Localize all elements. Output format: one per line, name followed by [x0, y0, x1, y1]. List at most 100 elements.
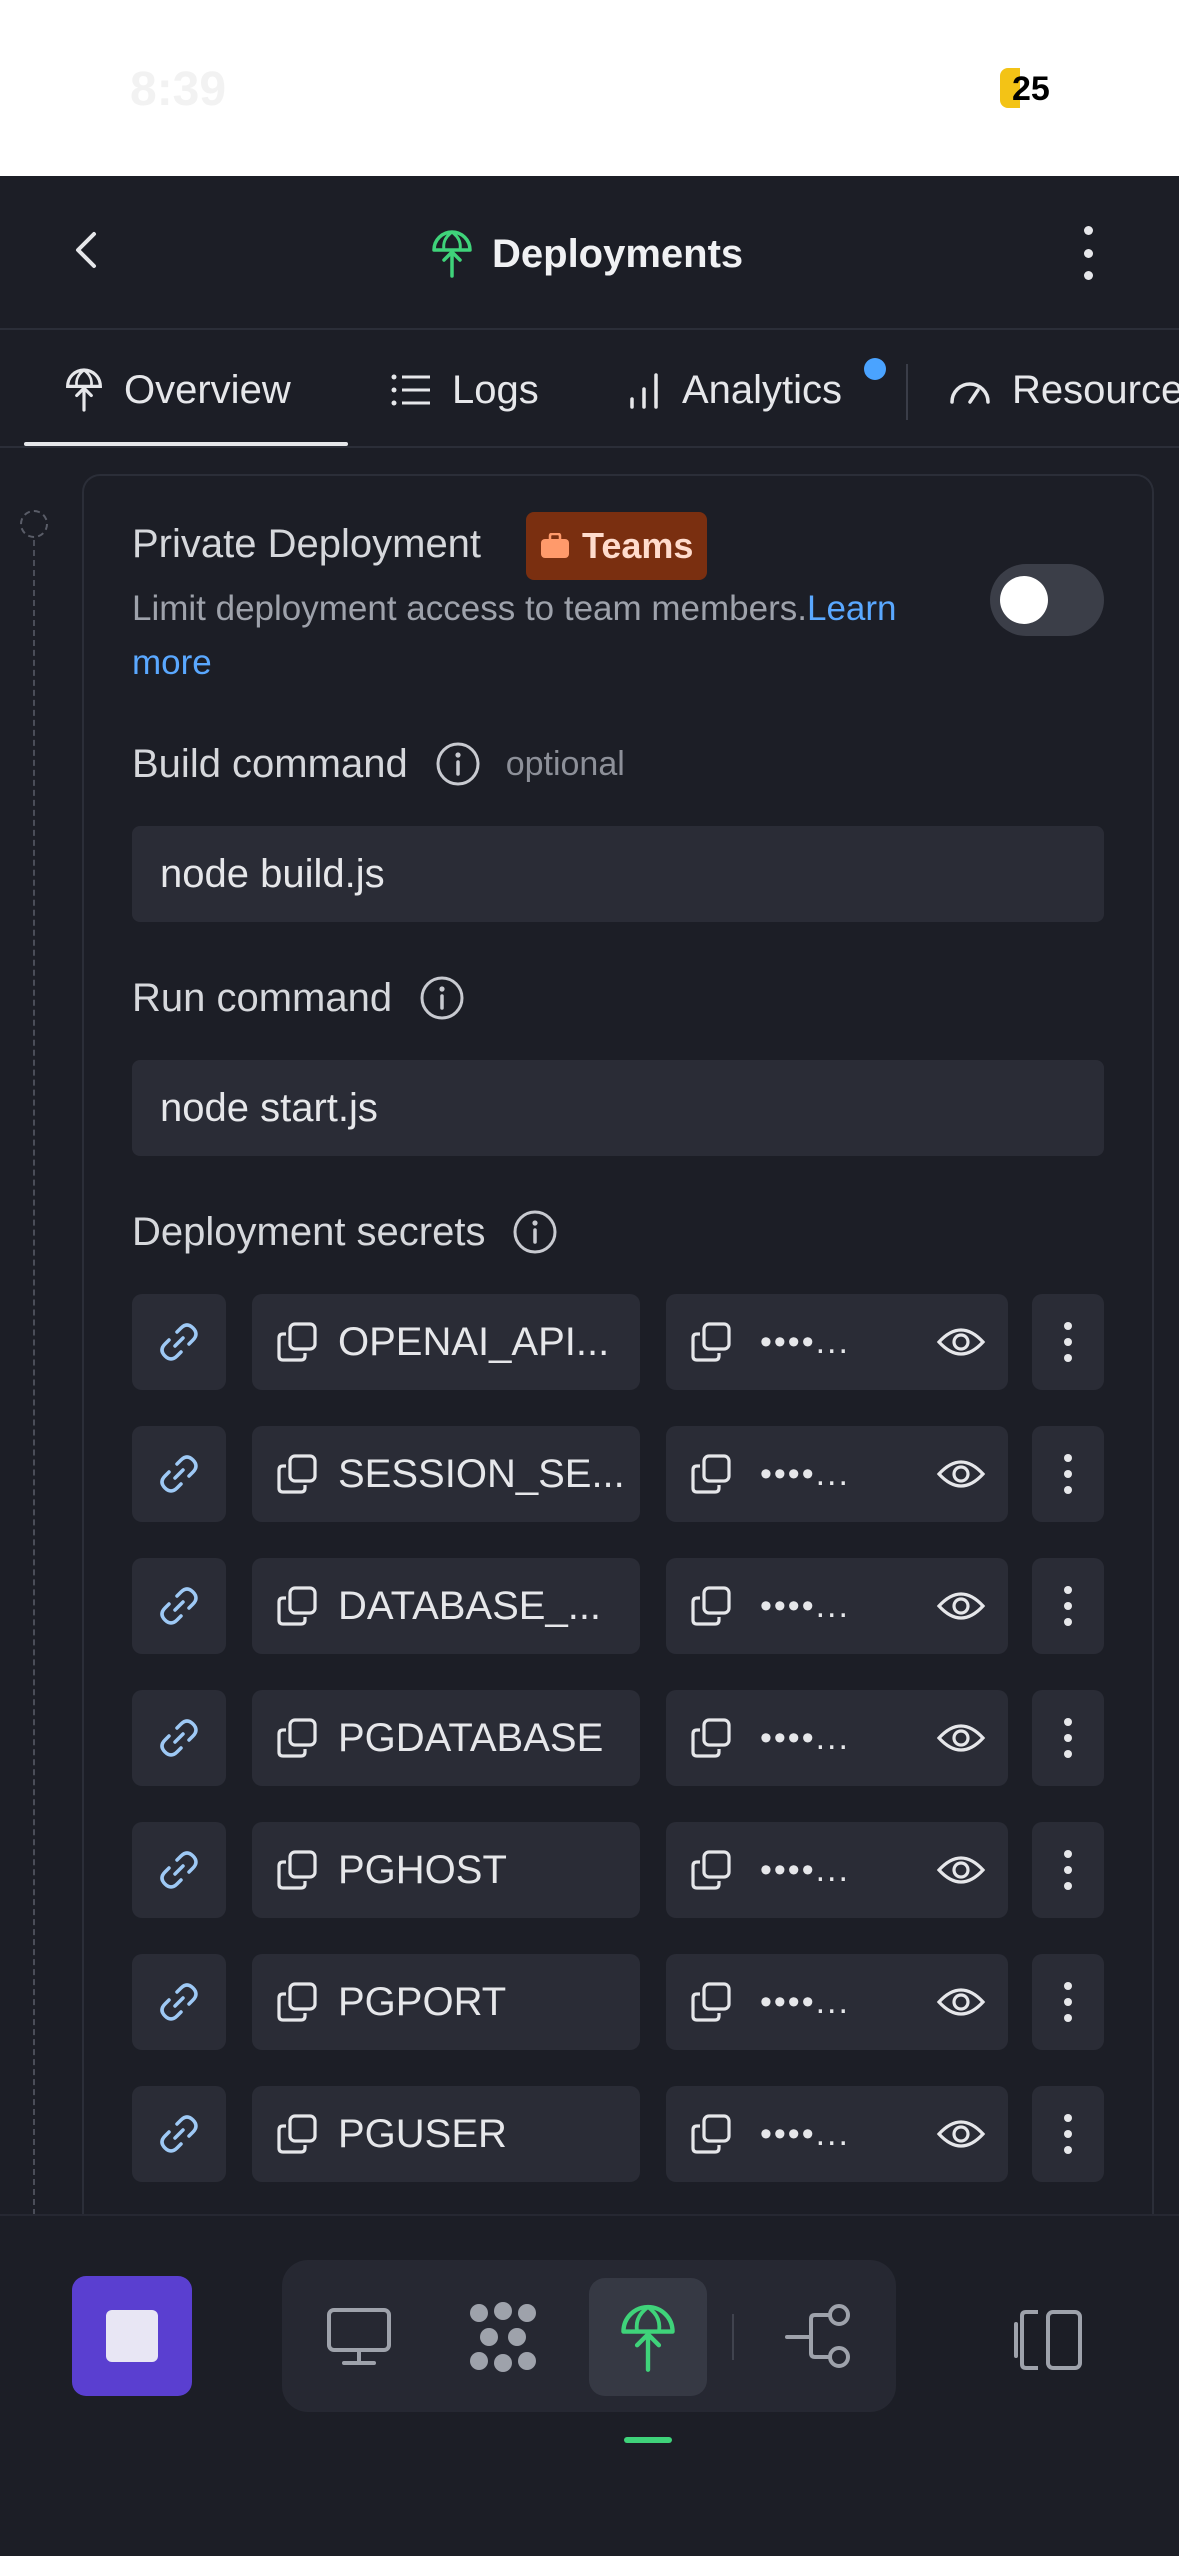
run-command-input[interactable]: node start.js	[132, 1060, 1104, 1156]
secret-link-button[interactable]	[132, 1690, 226, 1786]
secret-row: PGDATABASE ••••...	[132, 1690, 1104, 1786]
git-branch-icon	[785, 2304, 850, 2368]
secret-value-field[interactable]: ••••...	[666, 1558, 1008, 1654]
secret-value-field[interactable]: ••••...	[666, 1822, 1008, 1918]
eye-icon[interactable]	[936, 1584, 986, 1628]
dock-git-button[interactable]	[760, 2278, 878, 2396]
dot-icon	[1064, 1982, 1072, 1990]
eye-icon[interactable]	[936, 1980, 986, 2024]
dock-workspace-button[interactable]	[444, 2278, 562, 2396]
secret-link-button[interactable]	[132, 1822, 226, 1918]
secret-link-button[interactable]	[132, 1294, 226, 1390]
chevron-left-icon	[76, 232, 96, 268]
copy-icon[interactable]	[276, 1717, 318, 1759]
secret-value-field[interactable]: ••••...	[666, 2086, 1008, 2182]
secret-link-button[interactable]	[132, 2086, 226, 2182]
link-icon	[160, 1587, 198, 1625]
copy-icon[interactable]	[276, 1453, 318, 1495]
dot-icon	[1064, 1750, 1072, 1758]
dock-deployments-button[interactable]	[589, 2278, 707, 2396]
copy-icon[interactable]	[276, 1849, 318, 1891]
tab-logs[interactable]: Logs	[390, 360, 539, 420]
secret-more-button[interactable]	[1032, 1426, 1104, 1522]
reveal-secret-button[interactable]	[936, 1980, 986, 2029]
secret-value-field[interactable]: ••••...	[666, 1294, 1008, 1390]
bar-chart-icon	[630, 373, 658, 409]
optional-tag: optional	[505, 744, 625, 783]
timeline-line	[33, 540, 35, 2215]
copy-icon[interactable]	[690, 2113, 732, 2155]
reveal-secret-button[interactable]	[936, 1584, 986, 1633]
tab-resources-label: Resources	[1012, 367, 1179, 412]
more-options-button[interactable]	[1070, 222, 1106, 284]
secret-more-button[interactable]	[1032, 1558, 1104, 1654]
link-icon	[160, 1851, 198, 1889]
secret-name-field[interactable]: PGUSER	[252, 2086, 640, 2182]
reveal-secret-button[interactable]	[936, 2112, 986, 2161]
reveal-secret-button[interactable]	[936, 1716, 986, 1765]
copy-icon[interactable]	[276, 2113, 318, 2155]
reveal-secret-button[interactable]	[936, 1452, 986, 1501]
copy-icon[interactable]	[690, 1453, 732, 1495]
reveal-secret-button[interactable]	[936, 1848, 986, 1897]
dot-icon	[1064, 2114, 1072, 2122]
info-icon[interactable]	[418, 974, 466, 1022]
secret-name-field[interactable]: PGPORT	[252, 1954, 640, 2050]
copy-icon[interactable]	[690, 1717, 732, 1759]
eye-icon[interactable]	[936, 1716, 986, 1760]
tab-overview[interactable]: Overview	[64, 360, 291, 420]
secret-row: SESSION_SE... ••••...	[132, 1426, 1104, 1522]
secret-more-button[interactable]	[1032, 1954, 1104, 2050]
reveal-secret-button[interactable]	[936, 1320, 986, 1369]
tab-resources[interactable]: Resources	[948, 360, 1179, 420]
info-icon[interactable]	[434, 740, 482, 788]
secret-name-field[interactable]: OPENAI_API...	[252, 1294, 640, 1390]
secret-name-field[interactable]: SESSION_SE...	[252, 1426, 640, 1522]
secret-more-button[interactable]	[1032, 1690, 1104, 1786]
secret-more-button[interactable]	[1032, 1822, 1104, 1918]
secret-name: PGPORT	[338, 1979, 507, 2024]
secret-value-field[interactable]: ••••...	[666, 1690, 1008, 1786]
build-command-input[interactable]: node build.js	[132, 826, 1104, 922]
toggle-knob	[1000, 576, 1048, 624]
secret-link-button[interactable]	[132, 1558, 226, 1654]
secret-more-button[interactable]	[1032, 1294, 1104, 1390]
stop-button[interactable]	[72, 2276, 192, 2396]
secret-link-button[interactable]	[132, 1426, 226, 1522]
secret-name-field[interactable]: DATABASE_...	[252, 1558, 640, 1654]
copy-icon[interactable]	[276, 1585, 318, 1627]
secret-more-button[interactable]	[1032, 2086, 1104, 2182]
secret-name-field[interactable]: PGHOST	[252, 1822, 640, 1918]
eye-icon[interactable]	[936, 2112, 986, 2156]
eye-icon[interactable]	[936, 1320, 986, 1364]
dock-webview-button[interactable]	[300, 2278, 418, 2396]
copy-icon[interactable]	[690, 1585, 732, 1627]
secret-row: PGPORT ••••...	[132, 1954, 1104, 2050]
copy-icon[interactable]	[690, 1321, 732, 1363]
info-icon[interactable]	[511, 1208, 559, 1256]
tab-divider	[906, 364, 908, 420]
secret-value-field[interactable]: ••••...	[666, 1426, 1008, 1522]
monitor-icon	[327, 2308, 391, 2365]
copy-icon[interactable]	[690, 1849, 732, 1891]
secret-link-button[interactable]	[132, 1954, 226, 2050]
private-deployment-toggle[interactable]	[990, 564, 1104, 636]
secret-value: ••••...	[760, 1454, 850, 1493]
secret-row: OPENAI_API... ••••...	[132, 1294, 1104, 1390]
dot-icon	[1064, 1734, 1072, 1742]
dot-icon	[1064, 1718, 1072, 1726]
stop-icon	[106, 2310, 158, 2362]
eye-icon[interactable]	[936, 1452, 986, 1496]
eye-icon[interactable]	[936, 1848, 986, 1892]
copy-icon[interactable]	[276, 1981, 318, 2023]
secret-value-field[interactable]: ••••...	[666, 1954, 1008, 2050]
teams-badge: Teams	[526, 512, 708, 580]
private-deployment-description: Limit deployment access to team members.…	[132, 582, 962, 690]
tab-analytics[interactable]: Analytics	[628, 360, 842, 420]
copy-icon[interactable]	[690, 1981, 732, 2023]
run-command-value: node start.js	[160, 1085, 378, 1130]
panel-toggle-button[interactable]	[1006, 2300, 1090, 2380]
copy-icon[interactable]	[276, 1321, 318, 1363]
back-button[interactable]	[60, 222, 116, 278]
secret-name-field[interactable]: PGDATABASE	[252, 1690, 640, 1786]
